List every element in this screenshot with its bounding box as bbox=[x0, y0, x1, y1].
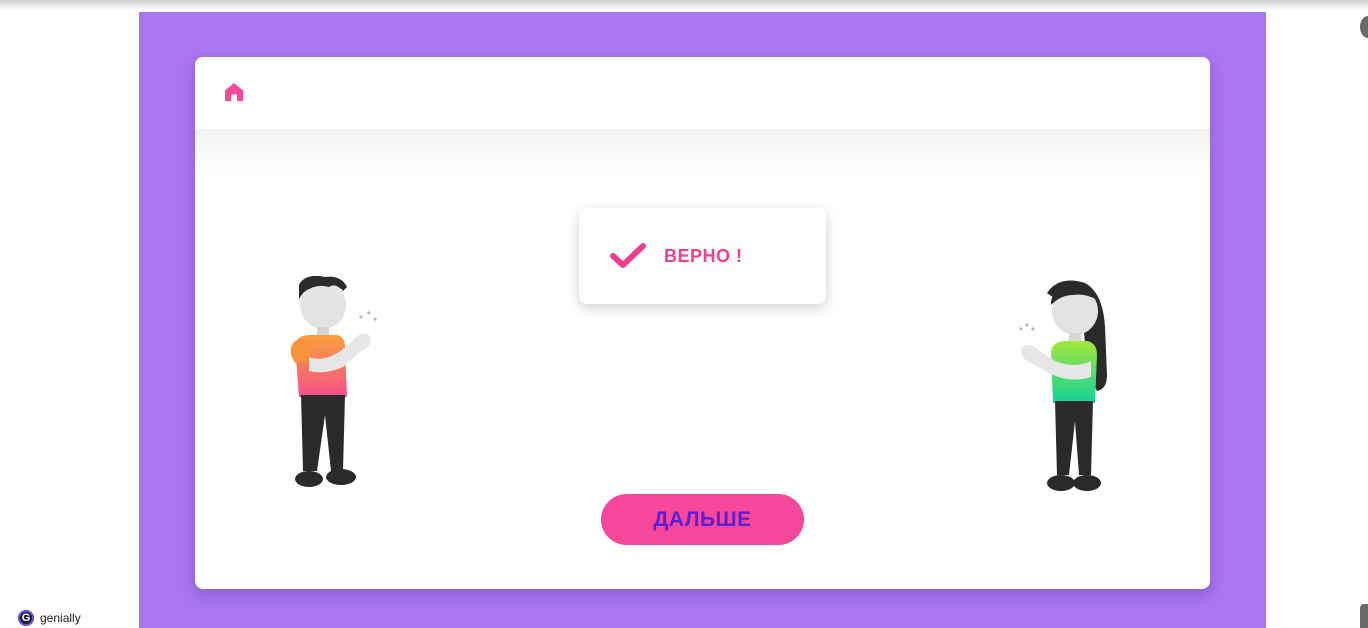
checkmark-icon bbox=[610, 243, 646, 268]
feedback-popup: ВЕРНО ! bbox=[579, 208, 826, 304]
feedback-text: ВЕРНО ! bbox=[664, 246, 743, 266]
next-button[interactable]: ДАЛЬШЕ bbox=[601, 494, 804, 545]
edge-control-bottom[interactable] bbox=[1360, 604, 1368, 628]
right-gutter bbox=[1266, 0, 1368, 628]
header-divider bbox=[195, 129, 1210, 177]
genially-branding[interactable]: G genially bbox=[18, 610, 81, 626]
brand-name: genially bbox=[40, 611, 81, 625]
left-gutter bbox=[0, 0, 139, 628]
home-icon[interactable] bbox=[223, 81, 245, 103]
content-card: ВЕРНО ! ДАЛЬШЕ bbox=[195, 57, 1210, 589]
card-header bbox=[195, 57, 1210, 129]
man-clapping-figure bbox=[290, 276, 377, 487]
top-shadow bbox=[0, 0, 1368, 10]
woman-clapping-figure bbox=[1019, 280, 1107, 491]
viewport: ВЕРНО ! ДАЛЬШЕ G genially bbox=[0, 0, 1368, 628]
genially-logo-icon: G bbox=[18, 610, 34, 626]
